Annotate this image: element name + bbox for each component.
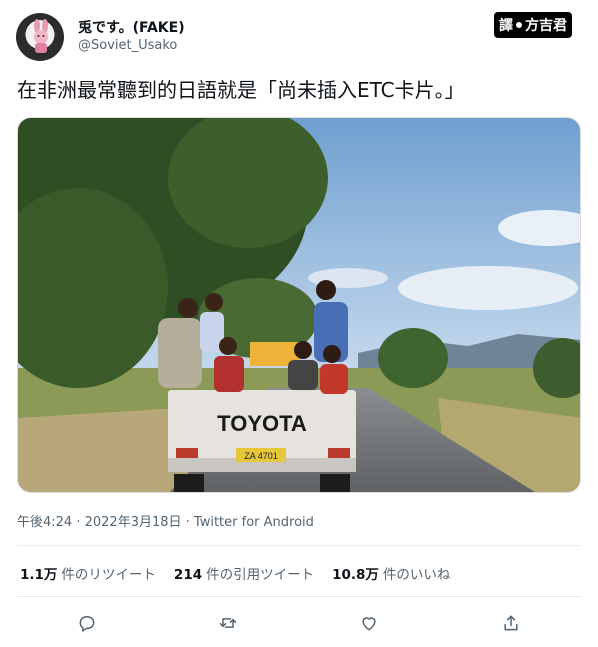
quote-count: 214 bbox=[173, 567, 203, 583]
stamp-right-text: 方吉君 bbox=[525, 18, 567, 34]
tweet-date-link[interactable]: 2022年3月18日 bbox=[85, 515, 182, 530]
tweet-photo[interactable]: TOYOTA ZA 4701 bbox=[17, 117, 581, 493]
tweet-source-link[interactable]: Twitter for Android bbox=[194, 515, 314, 530]
photo-scene: TOYOTA ZA 4701 bbox=[18, 118, 580, 492]
tweet-time-link[interactable]: 午後4:24 bbox=[17, 515, 72, 530]
retweet-button[interactable] bbox=[213, 608, 243, 638]
author-display-name[interactable]: 兎です。(FAKE) bbox=[78, 17, 185, 37]
author-handle[interactable]: @Soviet_Usako bbox=[78, 38, 177, 53]
meta-separator: · bbox=[181, 515, 194, 530]
divider bbox=[17, 545, 581, 546]
heart-icon bbox=[362, 617, 376, 631]
tweet-text: 在非洲最常聽到的日語就是「尚未插入ETC卡片。」 bbox=[17, 78, 465, 102]
meta-separator: · bbox=[72, 515, 85, 530]
tweet-meta: 午後4:24 · 2022年3月18日 · Twitter for Androi… bbox=[17, 511, 314, 530]
stamp-left-text: 譯 bbox=[499, 18, 513, 34]
retweet-icon bbox=[219, 618, 237, 628]
likes-stat[interactable]: 10.8万 件のいいね bbox=[332, 563, 450, 583]
share-button[interactable] bbox=[496, 608, 526, 638]
like-button[interactable] bbox=[354, 608, 384, 638]
quote-label: 件の引用ツイート bbox=[206, 567, 315, 583]
quotes-stat[interactable]: 214 件の引用ツイート bbox=[174, 563, 314, 583]
license-plate-text: ZA 4701 bbox=[244, 451, 278, 461]
retweets-stat[interactable]: 1.1万 件のリツイート bbox=[20, 563, 156, 583]
retweet-label: 件のリツイート bbox=[61, 567, 156, 583]
stamp-dot bbox=[516, 22, 522, 28]
action-bar bbox=[0, 608, 598, 638]
like-label: 件のいいね bbox=[382, 567, 451, 583]
reply-icon bbox=[79, 616, 95, 632]
truck-brand-text: TOYOTA bbox=[217, 411, 307, 436]
retweet-count: 1.1万 bbox=[20, 567, 58, 583]
reply-button[interactable] bbox=[72, 608, 102, 638]
translator-stamp: 譯 方吉君 bbox=[494, 12, 572, 38]
divider bbox=[17, 596, 581, 597]
share-icon bbox=[504, 615, 518, 631]
tweet-stats: 1.1万 件のリツイート 214 件の引用ツイート 10.8万 件のいいね bbox=[20, 563, 450, 583]
avatar[interactable] bbox=[16, 13, 64, 61]
like-count: 10.8万 bbox=[332, 567, 379, 583]
bunny-avatar-icon bbox=[34, 19, 48, 53]
